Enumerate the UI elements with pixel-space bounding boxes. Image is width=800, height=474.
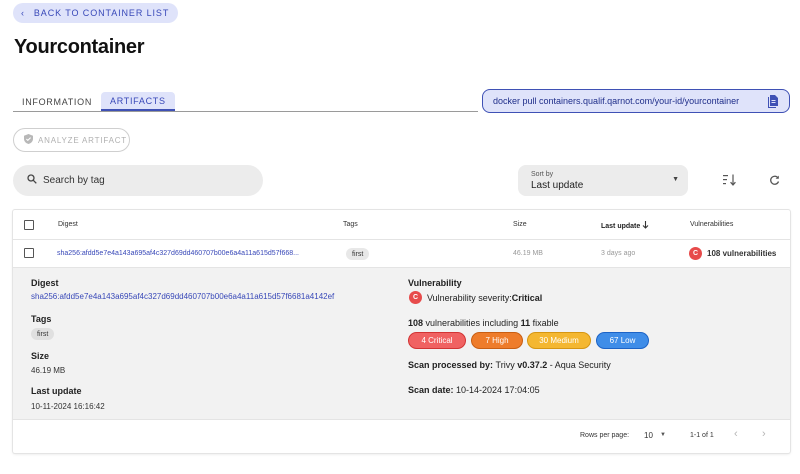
detail-tags-label: Tags bbox=[31, 314, 52, 324]
back-to-container-list-button[interactable]: ‹ BACK TO CONTAINER LIST bbox=[13, 3, 179, 23]
severity-prefix: Vulnerability severity: bbox=[427, 292, 512, 303]
column-header-size: Size bbox=[513, 221, 527, 228]
vuln-fixable: 11 bbox=[520, 318, 531, 328]
severity-badge: C bbox=[689, 247, 702, 260]
scan-version: v0.37.2 bbox=[517, 360, 548, 370]
rows-per-page-label: Rows per page: bbox=[580, 432, 630, 439]
column-header-tags: Tags bbox=[343, 221, 358, 228]
vuln-total: 108 bbox=[408, 318, 424, 328]
row-vulnerability-count: 108 vulnerabilities bbox=[707, 249, 777, 258]
scan-tool: Trivy bbox=[495, 360, 518, 370]
row-checkbox[interactable] bbox=[24, 248, 34, 258]
chevron-left-icon: ‹ bbox=[21, 8, 25, 18]
header-divider bbox=[13, 239, 790, 240]
tab-bar: INFORMATION ARTIFACTS bbox=[13, 92, 478, 112]
vulnerability-summary: 108 vulnerabilities including 11 fixable bbox=[408, 318, 559, 328]
row-digest-link[interactable]: sha256:afdd5e7e4a143a695af4c327d69dd4607… bbox=[57, 250, 299, 257]
scan-processed-line: Scan processed by: Trivy v0.37.2 - Aqua … bbox=[408, 360, 611, 370]
row-tag-chip: first bbox=[346, 248, 370, 260]
back-button-label: BACK TO CONTAINER LIST bbox=[33, 8, 170, 18]
detail-digest-link[interactable]: sha256:afdd5e7e4a143a695af4c327d69dd4607… bbox=[31, 292, 334, 301]
sort-label: Sort by bbox=[531, 171, 554, 178]
detail-vulnerability-label: Vulnerability bbox=[408, 278, 462, 288]
low-count-badge: 67 Low bbox=[596, 332, 649, 349]
shield-check-icon bbox=[24, 134, 33, 146]
last-update-header-label: Last update bbox=[601, 222, 641, 230]
row-vulnerabilities: C 108 vulnerabilities bbox=[689, 247, 776, 260]
search-icon bbox=[27, 174, 37, 187]
analyze-artifact-button[interactable]: ANALYZE ARTIFACT bbox=[13, 128, 130, 152]
rows-per-page-select[interactable]: 10 bbox=[644, 431, 653, 440]
search-placeholder: Search by tag bbox=[43, 175, 105, 186]
medium-count-badge: 30 Medium bbox=[527, 332, 591, 349]
scan-vendor: - Aqua Security bbox=[547, 360, 611, 370]
copy-icon[interactable] bbox=[768, 95, 778, 110]
scan-date-label: Scan date: bbox=[408, 385, 457, 395]
refresh-icon[interactable] bbox=[765, 171, 783, 189]
rows-per-page-caret-icon[interactable]: ▼ bbox=[660, 432, 666, 438]
scan-date-value: 10-14-2024 17:04:05 bbox=[456, 385, 540, 395]
previous-page-icon[interactable]: ‹ bbox=[734, 428, 738, 440]
search-input[interactable]: Search by tag bbox=[13, 165, 263, 196]
severity-value: Critical bbox=[511, 292, 543, 303]
artifacts-table: Digest Tags Size Last update Vulnerabili… bbox=[13, 210, 790, 453]
detail-last-update-label: Last update bbox=[31, 386, 82, 396]
column-header-digest: Digest bbox=[58, 221, 78, 228]
row-last-update: 3 days ago bbox=[601, 250, 636, 257]
arrow-down-icon bbox=[642, 221, 649, 231]
select-all-checkbox[interactable] bbox=[24, 220, 34, 230]
severity-line: C Vulnerability severity: Critical bbox=[409, 291, 542, 304]
detail-severity-badge: C bbox=[409, 291, 422, 304]
detail-last-update-value: 10-11-2024 16:16:42 bbox=[31, 402, 105, 411]
vuln-suffix: fixable bbox=[530, 318, 559, 328]
artifact-detail-panel: Digest sha256:afdd5e7e4a143a695af4c327d6… bbox=[13, 268, 790, 419]
sort-direction-icon[interactable] bbox=[721, 171, 739, 189]
sort-select[interactable]: Sort by Last update ▼ bbox=[518, 165, 688, 196]
footer-divider bbox=[13, 419, 790, 420]
critical-count-badge: 4 Critical bbox=[408, 332, 466, 349]
sort-value: Last update bbox=[531, 180, 584, 191]
detail-size-value: 46.19 MB bbox=[31, 366, 66, 375]
next-page-icon[interactable]: › bbox=[762, 428, 766, 440]
page-title: Yourcontainer bbox=[14, 36, 145, 58]
tab-information[interactable]: INFORMATION bbox=[13, 92, 101, 111]
detail-digest-label: Digest bbox=[31, 278, 59, 288]
column-header-last-update[interactable]: Last update bbox=[601, 221, 649, 231]
analyze-button-label: ANALYZE ARTIFACT bbox=[38, 135, 127, 145]
docker-pull-text: docker pull containers.qualif.qarnot.com… bbox=[493, 96, 740, 106]
high-count-badge: 7 High bbox=[471, 332, 523, 349]
row-size: 46.19 MB bbox=[513, 250, 543, 257]
caret-down-icon: ▼ bbox=[672, 176, 679, 183]
scan-prefix: Scan processed by: bbox=[408, 360, 496, 370]
detail-size-label: Size bbox=[31, 351, 50, 361]
pagination-range: 1-1 of 1 bbox=[690, 432, 714, 439]
detail-tag-chip: first bbox=[31, 328, 55, 340]
docker-pull-command: docker pull containers.qualif.qarnot.com… bbox=[482, 89, 790, 113]
tab-artifacts[interactable]: ARTIFACTS bbox=[101, 92, 175, 111]
scan-date-line: Scan date: 10-14-2024 17:04:05 bbox=[408, 385, 540, 395]
column-header-vulnerabilities: Vulnerabilities bbox=[690, 221, 734, 228]
vuln-mid: vulnerabilities including bbox=[423, 318, 521, 328]
